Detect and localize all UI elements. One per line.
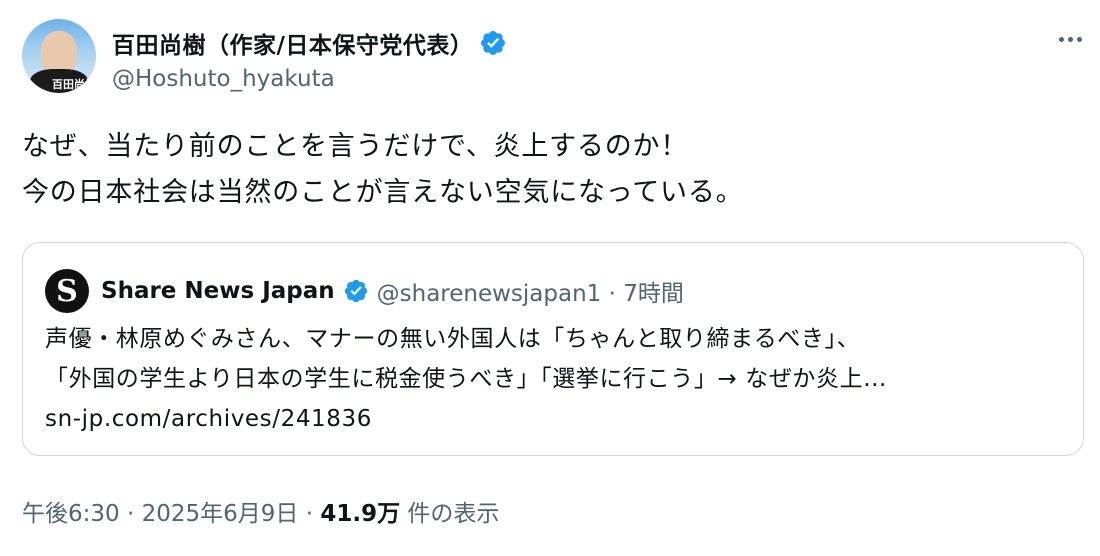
quote-link[interactable]: sn-jp.com/archives/241836 xyxy=(45,399,1065,439)
meta-separator: · xyxy=(119,501,142,527)
views-count[interactable]: 41.9万 xyxy=(320,501,400,527)
meta-separator: · xyxy=(298,501,321,527)
quote-header: S Share News Japan @sharenewsjapan1 · 7時… xyxy=(45,269,684,313)
tweet-meta: 午後6:30 · 2025年6月9日 · 41.9万 件の表示 xyxy=(22,494,499,528)
tweet-date[interactable]: 2025年6月9日 xyxy=(142,501,299,527)
author-name-row: 百田尚樹（作家/日本保守党代表） xyxy=(112,26,507,60)
verified-badge-icon xyxy=(481,31,506,55)
author-display-name[interactable]: 百田尚樹（作家/日本保守党代表） xyxy=(112,26,473,60)
tweet-time[interactable]: 午後6:30 xyxy=(22,501,120,527)
tweet-text: なぜ、当たり前のことを言うだけで、炎上するのか！ 今の日本社会は当然のことが言え… xyxy=(22,124,1062,216)
avatar-overlay-text: 百田尚樹 xyxy=(52,78,96,91)
quote-tweet-card[interactable]: S Share News Japan @sharenewsjapan1 · 7時… xyxy=(22,242,1084,456)
quote-handle-time[interactable]: @sharenewsjapan1 · 7時間 xyxy=(377,274,684,308)
tweet-text-line: 今の日本社会は当然のことが言えない空気になっている。 xyxy=(22,177,744,208)
views-label: 件の表示 xyxy=(400,501,500,527)
tweet-text-line: なぜ、当たり前のことを言うだけで、炎上するのか！ xyxy=(22,131,689,162)
quote-text: 声優・林原めぐみさん、マナーの無い外国人は「ちゃんと取り締まるべき」、 「外国の… xyxy=(45,319,1065,439)
more-dot xyxy=(1076,36,1082,42)
verified-badge-icon xyxy=(344,279,367,303)
quote-text-line: 声優・林原めぐみさん、マナーの無い外国人は「ちゃんと取り締まるべき」、 xyxy=(45,326,861,352)
author-avatar[interactable]: 百田尚樹 xyxy=(22,19,96,93)
more-options-icon[interactable] xyxy=(1050,24,1090,54)
quote-author-avatar[interactable]: S xyxy=(45,269,89,313)
more-dot xyxy=(1067,36,1073,42)
tweet: 百田尚樹 百田尚樹（作家/日本保守党代表） @Hoshuto_hyakuta な… xyxy=(0,0,1100,556)
quote-author-name[interactable]: Share News Japan xyxy=(101,278,335,304)
author-handle[interactable]: @Hoshuto_hyakuta xyxy=(112,66,335,92)
more-dot xyxy=(1058,36,1064,42)
quote-text-line: 「外国の学生より日本の学生に税金使うべき」「選挙に行こう」→ なぜか炎上... xyxy=(45,366,887,392)
